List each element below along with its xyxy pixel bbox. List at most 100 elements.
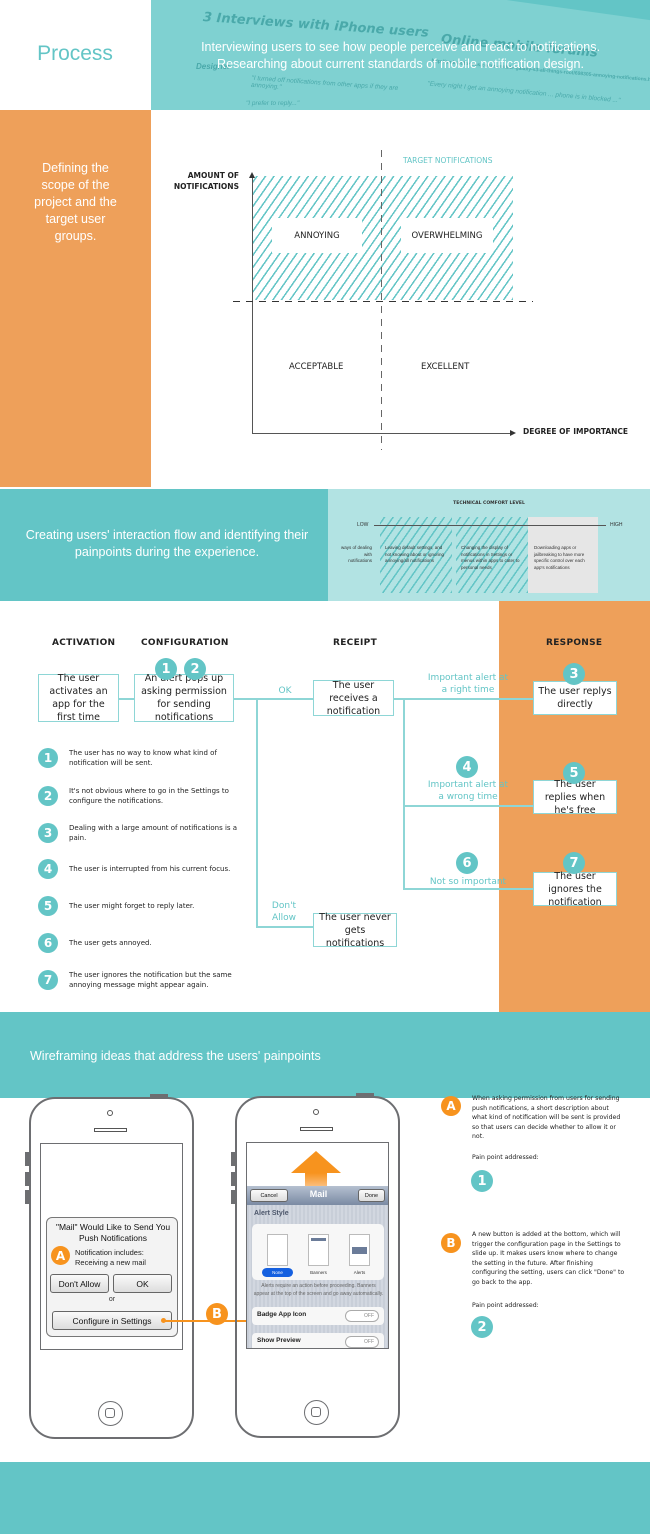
process-title: Process	[37, 42, 113, 65]
connector	[403, 888, 534, 890]
connector	[403, 698, 405, 888]
alert-style-card: None Banners Alerts	[252, 1224, 384, 1280]
quadrant-excellent: EXCELLENT	[421, 362, 470, 372]
label-dont-allow: Don't Allow	[271, 901, 297, 923]
label-right-time: Important alert at a right time	[427, 673, 509, 695]
comfort-col-1: Leaving default settings, and not knowin…	[385, 545, 445, 563]
style-alerts-thumb[interactable]	[349, 1234, 370, 1266]
y-axis-label: AMOUNT OF NOTIFICATIONS	[173, 171, 239, 191]
marker-a: A	[51, 1246, 70, 1265]
x-axis-label: DEGREE OF IMPORTANCE	[523, 427, 629, 436]
label-wrong-time: Important alert at a wrong time	[427, 780, 509, 802]
done-button[interactable]: Done	[358, 1189, 385, 1202]
phone-side-button	[25, 1172, 29, 1186]
process-description: Interviewing users to see how people per…	[151, 39, 650, 73]
alert-info: Notification includes: Receiving a new m…	[75, 1248, 146, 1267]
marker-3: 3	[563, 663, 585, 685]
comfort-row-label: ways of dealing with notifications	[340, 545, 372, 563]
quadrant-annoying: ANNOYING	[272, 218, 362, 253]
toggle-row: Show Preview OFF	[252, 1333, 384, 1348]
alert-style-note: Alerts require an action before proceedi…	[253, 1283, 384, 1297]
scope-panel: Defining the scope of the project and th…	[0, 110, 151, 487]
box-reply-direct: The user replys directly	[533, 681, 617, 715]
header-section: Process 3 Interviews with iPhone users O…	[0, 0, 650, 110]
flow-intro-description: Creating users' interaction flow and ide…	[25, 528, 309, 559]
wireframes-title: Wireframing ideas that address the users…	[30, 1049, 321, 1063]
permission-alert: "Mail" Would Like to Send You Push Notif…	[46, 1217, 178, 1337]
slide-up-arrow-icon	[291, 1151, 341, 1173]
marker-b: B	[206, 1303, 228, 1325]
comfort-high-label: HIGH	[610, 522, 623, 528]
style-alerts-label[interactable]: Alerts	[344, 1270, 375, 1275]
alert-title: "Mail" Would Like to Send You Push Notif…	[55, 1222, 171, 1243]
preview-toggle[interactable]: OFF	[345, 1336, 379, 1348]
y-axis-arrow-icon	[249, 172, 255, 178]
importance-chart: ANNOYING OVERWHELMING AMOUNT OF NOTIFICA…	[151, 110, 650, 487]
or-label: or	[108, 1296, 116, 1303]
style-banners-thumb[interactable]	[308, 1234, 329, 1266]
box-reply-free: The user replies when he's free	[533, 779, 617, 816]
painpoint-item: 4 The user is interrupted from his curren…	[38, 859, 239, 879]
home-button-icon	[304, 1400, 329, 1425]
painpoint-item: 5 The user might forget to reply later.	[38, 896, 239, 916]
ok-button[interactable]: OK	[113, 1274, 172, 1293]
annotation-b-pain-label: Pain point addressed:	[472, 1302, 539, 1309]
phone-side-button	[231, 1152, 235, 1166]
quadrant-acceptable: ACCEPTABLE	[289, 362, 344, 372]
comfort-col-3: Downloading apps or jailbreaking to have…	[534, 545, 585, 570]
home-button-icon	[98, 1401, 123, 1426]
annotation-a-text: When asking permission from users for se…	[472, 1095, 621, 1140]
style-banners-label[interactable]: Banners	[302, 1270, 335, 1275]
style-none-label[interactable]: None	[262, 1268, 293, 1277]
horizontal-divider	[233, 301, 533, 302]
dont-allow-button[interactable]: Don't Allow	[50, 1274, 109, 1293]
phone-side-button	[25, 1152, 29, 1166]
bg-snippet: "Every night I get an annoying notificat…	[427, 80, 621, 105]
camera-icon	[107, 1110, 113, 1116]
quadrant-overwhelming: OVERWHELMING	[401, 218, 493, 253]
box-receipt: The user receives a notification	[313, 680, 394, 717]
connector	[403, 805, 534, 807]
marker-2: 2	[184, 658, 206, 680]
b-connector-dot	[161, 1318, 166, 1323]
configure-settings-button[interactable]: Configure in Settings	[52, 1311, 172, 1330]
comfort-low-label: LOW	[357, 522, 369, 528]
speaker-icon	[94, 1128, 127, 1132]
painpoint-item: 1 The user has no way to know what kind o…	[38, 748, 239, 768]
bg-heading-interviews: 3 Interviews with iPhone users	[202, 10, 430, 41]
camera-icon	[313, 1109, 319, 1115]
painpoint-item: 3 Dealing with a large amount of notifica…	[38, 823, 239, 843]
stage-response: RESPONSE	[546, 638, 603, 648]
annotation-a-marker: A	[441, 1096, 461, 1116]
painpoint-item: 7 The user ignores the notification but t…	[38, 970, 239, 990]
bg-snippet: "I prefer to reply..."	[246, 100, 300, 107]
flow-intro-panel: Creating users' interaction flow and ide…	[0, 489, 328, 601]
annotation-b-text: A new button is added at the bottom, whi…	[472, 1231, 625, 1286]
box-ignore: The user ignores the notification	[533, 871, 617, 908]
annotation-a-pain-label: Pain point addressed:	[472, 1154, 539, 1161]
marker-4: 4	[456, 756, 478, 778]
settings-panel: Cancel Mail Done Alert Style None Banner…	[247, 1186, 388, 1348]
stage-receipt: RECEIPT	[333, 638, 378, 648]
label-not-important: Not so important	[429, 877, 507, 887]
phone-side-button	[231, 1172, 235, 1186]
badge-toggle[interactable]: OFF	[345, 1310, 379, 1322]
x-axis-arrow-icon	[510, 430, 516, 436]
comfort-level-panel: TECHNICAL COMFORT LEVEL LOW HIGH ways of…	[328, 489, 650, 601]
connector	[118, 698, 134, 700]
marker-1: 1	[155, 658, 177, 680]
marker-6: 6	[456, 852, 478, 874]
marker-7: 7	[563, 852, 585, 874]
comfort-col-2: Changing the display of notifications in…	[461, 545, 520, 570]
connector	[256, 698, 258, 927]
speaker-icon	[300, 1127, 333, 1131]
x-axis	[252, 433, 512, 434]
alert-style-heading: Alert Style	[254, 1210, 289, 1217]
style-none-thumb[interactable]	[267, 1234, 288, 1266]
nav-bar: Cancel Mail Done	[247, 1186, 388, 1205]
stage-activation: ACTIVATION	[52, 638, 116, 648]
connector	[394, 698, 534, 700]
phone-side-button	[25, 1190, 29, 1204]
footer-band	[0, 1462, 650, 1534]
box-activation: The user activates an app for the first …	[38, 673, 119, 723]
